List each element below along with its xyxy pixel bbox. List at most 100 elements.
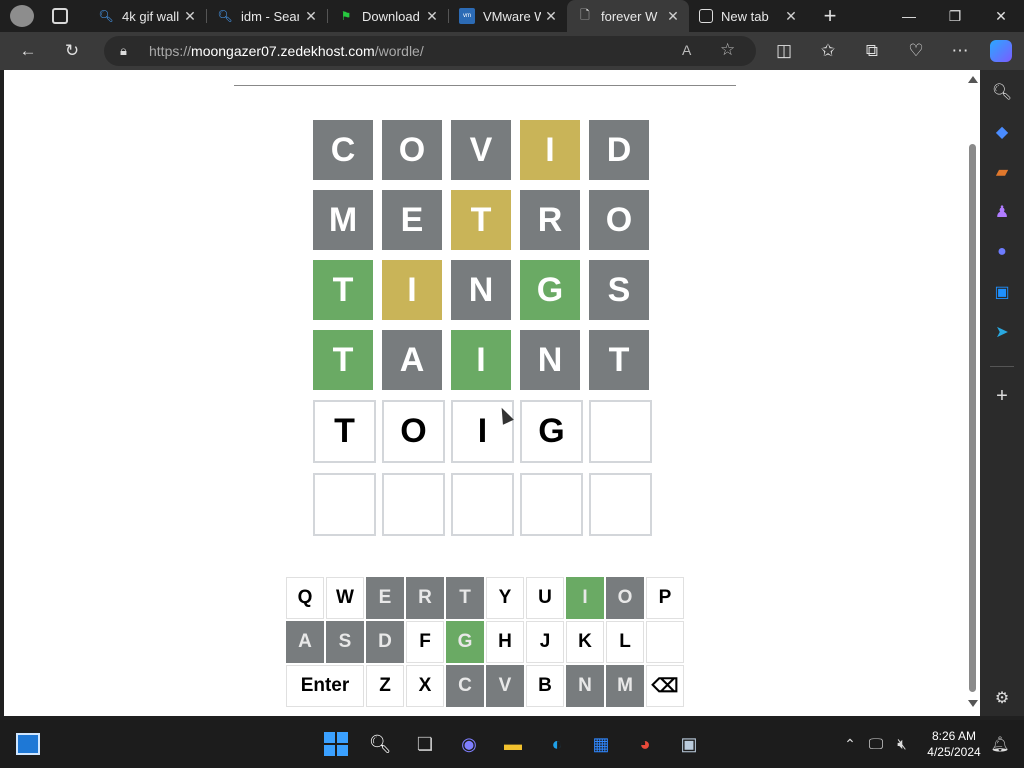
key-u[interactable]: U [526,577,564,619]
close-icon[interactable]: ✕ [543,8,559,24]
volume-muted-icon[interactable]: 🔇︎ [888,730,916,758]
board-tile: R [520,190,580,250]
backspace-key[interactable]: ⌫ [646,665,684,707]
newtab-icon [699,9,713,23]
tab-new-tab[interactable]: New tab ✕ [689,0,807,32]
key-f[interactable]: F [406,621,444,663]
store-icon[interactable]: ▦ [587,730,615,758]
key-r[interactable]: R [406,577,444,619]
key-g[interactable]: G [446,621,484,663]
key-n[interactable]: N [566,665,604,707]
tab-bar: 🔍︎ 4k gif wall ✕ 🔍︎ idm - Sear ✕ ⚑ Downl… [0,0,1024,32]
game-board: COVIDMETROTINGSTAINTTOIG [313,120,652,546]
board-tile: T [313,330,373,390]
flag-icon: ⚑ [340,9,352,23]
key-o[interactable]: O [606,577,644,619]
sidebar-tools-icon[interactable]: ▰ [990,160,1014,184]
key-z[interactable]: Z [366,665,404,707]
more-menu-icon[interactable]: ⋯ [946,38,974,64]
tab-forever-wordle[interactable]: 🗋 forever W ✕ [567,0,689,32]
file-explorer-icon[interactable]: ▬ [499,730,527,758]
key-y[interactable]: Y [486,577,524,619]
edge-icon[interactable]: ◐ [543,730,571,758]
key-s[interactable]: S [326,621,364,663]
key-l[interactable]: L [606,621,644,663]
key-w[interactable]: W [326,577,364,619]
chat-icon[interactable]: ◉ [455,730,483,758]
key-x[interactable]: X [406,665,444,707]
task-view-icon[interactable]: ❏ [411,730,439,758]
url-scheme: https:// [149,43,192,59]
key-i[interactable]: I [566,577,604,619]
windows-start-icon[interactable] [322,730,350,758]
close-icon[interactable]: ✕ [182,8,198,24]
close-icon[interactable]: ✕ [783,8,799,24]
tab-title: forever W [601,8,658,24]
profile-icon[interactable] [10,5,34,27]
sidebar-search-icon[interactable]: 🔍︎ [990,80,1014,104]
key-blank[interactable] [646,621,684,663]
key-b[interactable]: B [526,665,564,707]
browser-essentials-icon[interactable]: ♡ [902,38,930,64]
chrome-icon[interactable]: ◕ [631,730,659,758]
sidebar-send-icon[interactable]: ➤ [990,320,1014,344]
sidebar-settings-icon[interactable]: ⚙ [990,686,1014,710]
key-t[interactable]: T [446,577,484,619]
close-icon[interactable]: ✕ [424,8,440,24]
favorite-star-icon[interactable]: ☆ [720,40,735,60]
system-clock[interactable]: 8:26 AM 4/25/2024 [922,728,986,760]
tab-actions-icon[interactable] [52,8,68,24]
tab-vmware[interactable]: vm VMware W ✕ [449,0,567,32]
back-arrow-icon[interactable]: ← [14,38,42,64]
sidebar-office-icon[interactable]: ● [990,240,1014,264]
board-tile: O [382,120,442,180]
tab-idm-search[interactable]: 🔍︎ idm - Sear ✕ [207,0,327,32]
split-screen-icon[interactable]: ◫ [770,38,798,64]
key-d[interactable]: D [366,621,404,663]
close-icon[interactable]: ✕ [665,8,681,24]
collections-icon[interactable]: ⧉ [858,38,886,64]
restore-icon[interactable]: ❐ [932,0,978,32]
tab-download[interactable]: ⚑ Download ✕ [328,0,448,32]
key-q[interactable]: Q [286,577,324,619]
key-v[interactable]: V [486,665,524,707]
refresh-icon[interactable]: ↻ [58,38,86,64]
address-bar[interactable]: 🔒︎ https://moongazer07.zedekhost.com/wor… [104,36,756,66]
sidebar-add-icon[interactable]: + [990,384,1014,408]
key-p[interactable]: P [646,577,684,619]
url-text[interactable]: https://moongazer07.zedekhost.com/wordle… [149,43,424,59]
show-hidden-icons-chevron-icon[interactable]: ⌃ [836,730,864,758]
key-k[interactable]: K [566,621,604,663]
scrollbar-thumb[interactable] [969,144,976,692]
widgets-icon[interactable] [14,730,42,758]
notification-bell-icon[interactable]: 🔔︎ [986,730,1014,758]
close-window-icon[interactable]: ✕ [978,0,1024,32]
enter-key[interactable]: Enter [286,665,364,707]
board-tile [382,473,445,536]
key-m[interactable]: M [606,665,644,707]
scroll-up-arrow-icon[interactable] [968,76,978,83]
vertical-scrollbar[interactable] [965,70,980,716]
network-icon[interactable]: 🖵︎ [862,730,890,758]
lock-icon[interactable]: 🔒︎ [120,43,127,59]
sidebar-games-icon[interactable]: ♟ [990,200,1014,224]
new-tab-icon[interactable]: + [818,3,842,28]
key-a[interactable]: A [286,621,324,663]
copilot-icon[interactable] [990,40,1012,62]
close-icon[interactable]: ✕ [303,8,319,24]
key-e[interactable]: E [366,577,404,619]
read-aloud-icon[interactable]: A [682,42,691,58]
key-c[interactable]: C [446,665,484,707]
key-j[interactable]: J [526,621,564,663]
taskbar-search-icon[interactable]: 🔍︎ [366,730,394,758]
minimize-icon[interactable]: — [886,0,932,32]
sidebar-outlook-icon[interactable]: ▣ [990,280,1014,304]
sidebar-shopping-icon[interactable]: ◆ [990,120,1014,144]
header-divider [234,85,736,86]
key-h[interactable]: H [486,621,524,663]
url-host: moongazer07.zedekhost.com [191,43,375,59]
app-icon[interactable]: ▣ [675,730,703,758]
tab-4k-gif[interactable]: 🔍︎ 4k gif wall ✕ [88,0,206,32]
scroll-down-arrow-icon[interactable] [968,700,978,707]
favorites-icon[interactable]: ✩ [814,38,842,64]
